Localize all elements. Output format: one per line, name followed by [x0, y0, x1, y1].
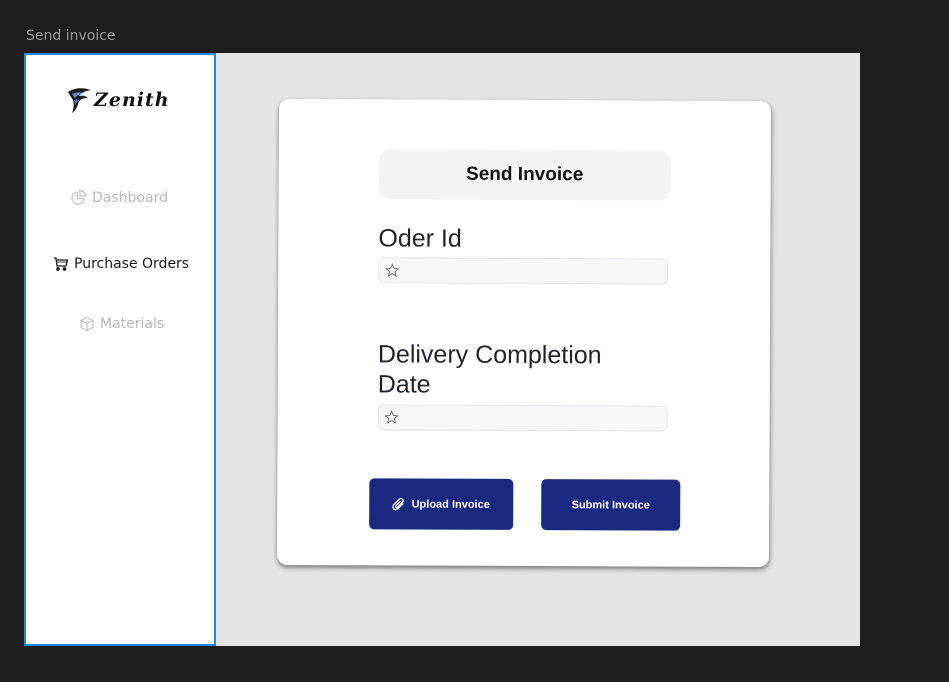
sidebar-item-purchase-orders[interactable]: Purchase Orders	[53, 256, 189, 272]
paperclip-icon	[392, 497, 405, 510]
order-id-input[interactable]	[378, 257, 669, 285]
sidebar-item-dashboard[interactable]: Dashboard	[70, 189, 168, 206]
order-id-label: Oder Id	[378, 224, 462, 253]
sidebar-item-label: Purchase Orders	[74, 256, 190, 272]
submit-invoice-label: Submit Invoice	[571, 498, 650, 512]
sidebar-item-label: Materials	[100, 316, 165, 332]
star-icon	[384, 410, 399, 424]
upload-invoice-label: Upload Invoice	[411, 498, 490, 511]
delivery-date-input[interactable]	[377, 404, 668, 432]
send-invoice-card: Send Invoice Oder Id Delivery Completion…	[276, 98, 772, 568]
submit-invoice-button[interactable]: Submit Invoice	[541, 479, 681, 531]
upload-invoice-button[interactable]: Upload Invoice	[369, 478, 514, 530]
delivery-date-label: Delivery Completion Date	[377, 340, 602, 399]
form-title: Send Invoice	[378, 149, 671, 201]
sidebar-item-materials[interactable]: Materials	[79, 316, 164, 332]
bird-logo-icon	[68, 88, 91, 113]
cart-icon	[54, 257, 69, 271]
sidebar: Zenith Dashboard Purchase Orders Materia…	[24, 53, 216, 646]
dashboard-icon	[71, 189, 87, 205]
brand-name: Zenith	[94, 89, 170, 111]
frame-label: Send invoice	[26, 28, 116, 44]
brand-logo[interactable]: Zenith	[66, 86, 170, 114]
app-frame: Zenith Dashboard Purchase Orders Materia…	[24, 53, 860, 646]
cube-icon	[80, 316, 94, 332]
star-icon	[385, 263, 400, 277]
sidebar-item-label: Dashboard	[92, 189, 168, 206]
